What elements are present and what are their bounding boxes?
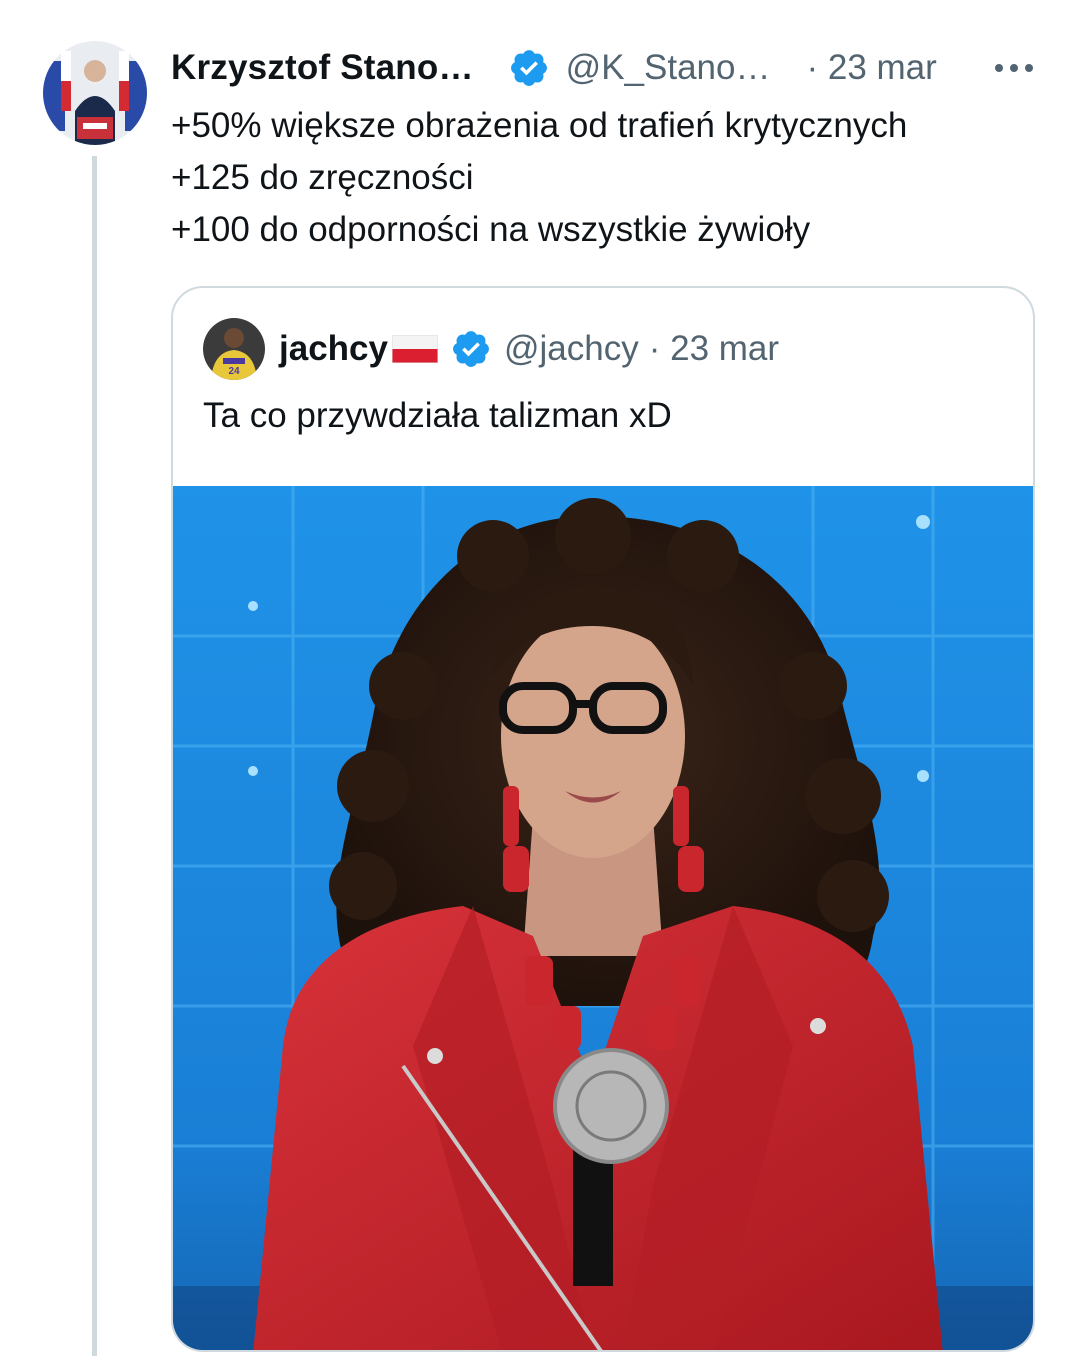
author-handle[interactable]: @K_Stano…	[566, 48, 771, 88]
verified-badge-icon	[453, 331, 489, 367]
tweet-line: +50% większe obrażenia od trafień krytyc…	[171, 106, 908, 145]
quoted-tweet-media[interactable]	[173, 486, 1033, 1350]
tweet-line: +100 do odporności na wszystkie żywioły	[171, 210, 811, 249]
quoted-tweet-date[interactable]: · 23 mar	[649, 329, 779, 369]
tweet-header: Krzysztof Stano… @K_Stano… · 23 mar	[171, 40, 1051, 96]
tweet-body: +50% większe obrażenia od trafień krytyc…	[171, 100, 1051, 256]
tweet-date[interactable]: · 23 mar	[806, 48, 936, 88]
quoted-tweet-header: 24 jachcy @jachcy · 23 mar	[203, 318, 779, 380]
tweet-line: +125 do zręczności	[171, 158, 474, 197]
author-avatar[interactable]	[43, 41, 147, 145]
more-options-icon[interactable]	[991, 50, 1037, 86]
author-name[interactable]: Krzysztof Stano…	[171, 48, 474, 88]
verified-badge-icon	[510, 50, 547, 86]
quoted-tweet-card[interactable]: 24 jachcy @jachcy · 23 mar Ta co przywdz…	[171, 286, 1035, 1352]
poland-flag-icon	[391, 335, 438, 363]
thread-connector-line	[92, 156, 97, 1356]
quoted-author-handle[interactable]: @jachcy	[504, 329, 639, 369]
svg-text:24: 24	[228, 366, 240, 377]
quoted-tweet-text: Ta co przywdziała talizman xD	[203, 396, 672, 435]
quoted-author-avatar[interactable]: 24	[203, 318, 265, 380]
quoted-author-name[interactable]: jachcy	[279, 329, 388, 369]
